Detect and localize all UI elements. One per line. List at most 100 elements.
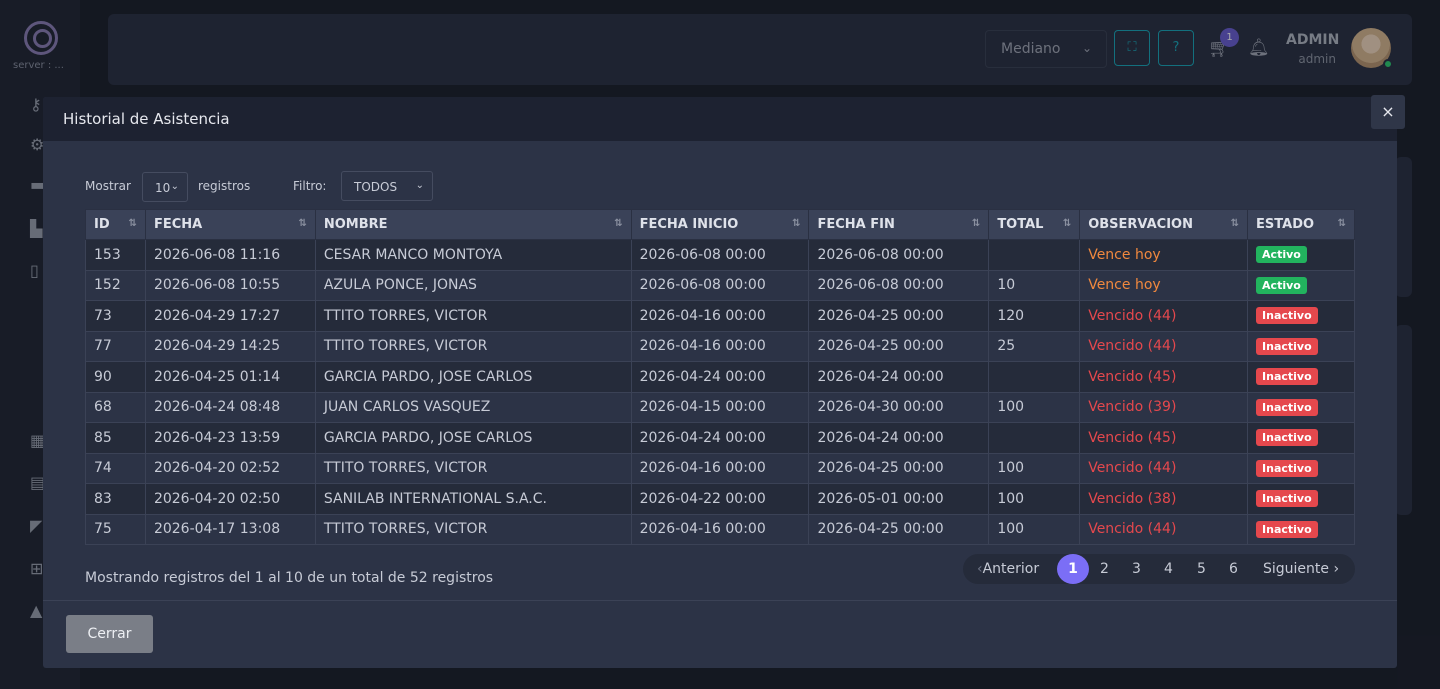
table-row[interactable]: 83 2026-04-20 02:50 SANILAB INTERNATIONAL … xyxy=(85,483,1355,515)
cell-total: 120 xyxy=(988,300,1081,332)
table-row[interactable]: 85 2026-04-23 13:59 GARCIA PARDO, JOSE CAR… xyxy=(85,422,1355,454)
modal-title: Historial de Asistencia xyxy=(63,110,230,128)
sort-icon[interactable]: ⇅ xyxy=(1231,218,1239,229)
cell-value: 2026-04-25 00:00 xyxy=(817,521,944,538)
pagination-page-1[interactable]: 1 xyxy=(1057,554,1089,584)
column-header[interactable]: ID ⇅ xyxy=(85,209,146,240)
sort-icon[interactable]: ⇅ xyxy=(129,218,137,229)
cell-value: 2026-04-23 13:59 xyxy=(153,429,281,446)
table-row[interactable]: 77 2026-04-29 14:25 TTITO TORRES, VICTOR 20… xyxy=(85,330,1355,362)
column-header[interactable]: ESTADO ⇅ xyxy=(1247,209,1355,240)
cell-value: 10 xyxy=(997,277,1016,294)
sort-icon[interactable]: ⇅ xyxy=(1063,218,1071,229)
column-header[interactable]: OBSERVACION ⇅ xyxy=(1079,209,1249,240)
sort-icon[interactable]: ⇅ xyxy=(298,218,306,229)
pagination-next[interactable]: Siguiente › xyxy=(1263,561,1339,577)
cell-value: 2026-04-29 17:27 xyxy=(153,307,281,324)
table-row[interactable]: 73 2026-04-29 17:27 TTITO TORRES, VICTOR 20… xyxy=(85,300,1355,332)
cell-value: 2026-06-08 00:00 xyxy=(639,246,766,263)
sort-icon[interactable]: ⇅ xyxy=(792,218,800,229)
pagination-page-4[interactable]: 4 xyxy=(1164,561,1173,577)
status-badge: Inactivo xyxy=(1256,307,1318,325)
filter-value: TODOS xyxy=(354,180,398,194)
column-header[interactable]: FECHA INICIO ⇅ xyxy=(630,209,810,240)
cell-value: 2026-04-16 00:00 xyxy=(639,460,766,477)
cell-id: 90 xyxy=(85,361,146,393)
show-label: Mostrar xyxy=(85,179,131,193)
pagination-page-3[interactable]: 3 xyxy=(1132,561,1141,577)
cell-value: GARCIA PARDO, JOSE CARLOS xyxy=(323,368,533,385)
cell-value: Vencido (45) xyxy=(1088,368,1177,385)
table-row[interactable]: 75 2026-04-17 13:08 TTITO TORRES, VICTOR 20… xyxy=(85,513,1355,545)
attendance-table: ID ⇅ FECHA ⇅ NOMBRE ⇅ FECHA INICIO ⇅ FECHA FIN ⇅ T… xyxy=(85,209,1355,545)
column-header-label: ID xyxy=(94,217,110,232)
table-row[interactable]: 68 2026-04-24 08:48 JUAN CARLOS VASQUEZ 202… xyxy=(85,391,1355,423)
cell-fin: 2026-04-25 00:00 xyxy=(808,300,990,332)
cell-total: 10 xyxy=(988,269,1081,301)
table-row[interactable]: 153 2026-06-08 11:16 CESAR MANCO MONTOYA 20… xyxy=(85,239,1355,271)
column-header[interactable]: NOMBRE ⇅ xyxy=(314,209,632,240)
pagination-prev[interactable]: ‹Anterior xyxy=(977,561,1039,577)
cell-obs: Vencido (44) xyxy=(1079,330,1249,362)
cell-inicio: 2026-04-16 00:00 xyxy=(630,330,810,362)
cell-id: 73 xyxy=(85,300,146,332)
pagination-page-2[interactable]: 2 xyxy=(1100,561,1109,577)
cell-obs: Vencido (44) xyxy=(1079,513,1249,545)
pagination-page-6[interactable]: 6 xyxy=(1229,561,1238,577)
column-header[interactable]: FECHA ⇅ xyxy=(144,209,316,240)
cell-value: 25 xyxy=(997,338,1016,355)
cell-value: TTITO TORRES, VICTOR xyxy=(323,460,488,477)
cell-estado: Inactivo xyxy=(1247,483,1355,515)
close-modal-button[interactable]: Cerrar xyxy=(66,615,153,653)
cell-estado: Inactivo xyxy=(1247,330,1355,362)
page-size-value: 10 xyxy=(155,181,171,195)
cell-fecha: 2026-04-24 08:48 xyxy=(144,391,316,423)
sort-icon[interactable]: ⇅ xyxy=(1338,218,1346,229)
sort-icon[interactable]: ⇅ xyxy=(614,218,622,229)
pagination: ‹Anterior 1 2 3 4 5 6 Siguiente › xyxy=(963,554,1355,584)
table-row[interactable]: 152 2026-06-08 10:55 AZULA PONCE, JONAS 202… xyxy=(85,269,1355,301)
chevron-right-icon: › xyxy=(1329,561,1340,577)
cell-inicio: 2026-04-24 00:00 xyxy=(630,422,810,454)
cell-value: 77 xyxy=(94,338,112,355)
cell-inicio: 2026-04-16 00:00 xyxy=(630,300,810,332)
column-header-label: NOMBRE xyxy=(323,217,388,232)
cell-inicio: 2026-04-15 00:00 xyxy=(630,391,810,423)
column-header[interactable]: FECHA FIN ⇅ xyxy=(808,209,990,240)
status-badge: Inactivo xyxy=(1256,398,1318,416)
cell-fin: 2026-04-30 00:00 xyxy=(808,391,990,423)
cell-total: 100 xyxy=(988,513,1081,545)
cell-value: 153 xyxy=(94,246,121,263)
cell-value: Vencido (45) xyxy=(1088,429,1177,446)
cell-value: 75 xyxy=(94,521,112,538)
close-icon[interactable]: × xyxy=(1371,95,1405,129)
records-label: registros xyxy=(198,179,251,193)
footer-divider xyxy=(43,600,1397,601)
filter-select[interactable]: TODOS ⌄ xyxy=(341,171,433,201)
table-row[interactable]: 90 2026-04-25 01:14 GARCIA PARDO, JOSE CAR… xyxy=(85,361,1355,393)
cell-fin: 2026-04-24 00:00 xyxy=(808,361,990,393)
cell-value: 2026-04-22 00:00 xyxy=(639,490,766,507)
cell-value: 2026-04-24 08:48 xyxy=(153,399,281,416)
page-size-select[interactable]: 10 ⌄ xyxy=(142,172,188,202)
column-header[interactable]: TOTAL ⇅ xyxy=(988,209,1081,240)
cell-inicio: 2026-04-22 00:00 xyxy=(630,483,810,515)
cell-estado: Inactivo xyxy=(1247,452,1355,484)
cell-value: 2026-04-25 01:14 xyxy=(153,368,281,385)
cell-obs: Vence hoy xyxy=(1079,269,1249,301)
pagination-page-5[interactable]: 5 xyxy=(1197,561,1206,577)
sort-icon[interactable]: ⇅ xyxy=(972,218,980,229)
table-row[interactable]: 74 2026-04-20 02:52 TTITO TORRES, VICTOR 20… xyxy=(85,452,1355,484)
cell-value: Vence hoy xyxy=(1088,246,1161,263)
cell-value: 2026-06-08 10:55 xyxy=(153,277,281,294)
cell-value: 2026-04-30 00:00 xyxy=(817,399,944,416)
cell-fecha: 2026-06-08 10:55 xyxy=(144,269,316,301)
cell-value: 2026-04-20 02:50 xyxy=(153,490,281,507)
cell-nombre: GARCIA PARDO, JOSE CARLOS xyxy=(314,422,632,454)
cell-estado: Inactivo xyxy=(1247,300,1355,332)
cell-value: 2026-04-29 14:25 xyxy=(153,338,281,355)
cell-total: 100 xyxy=(988,483,1081,515)
table-header-row: ID ⇅ FECHA ⇅ NOMBRE ⇅ FECHA INICIO ⇅ FECHA FIN ⇅ T… xyxy=(85,209,1355,240)
cell-nombre: GARCIA PARDO, JOSE CARLOS xyxy=(314,361,632,393)
cell-fin: 2026-04-25 00:00 xyxy=(808,452,990,484)
